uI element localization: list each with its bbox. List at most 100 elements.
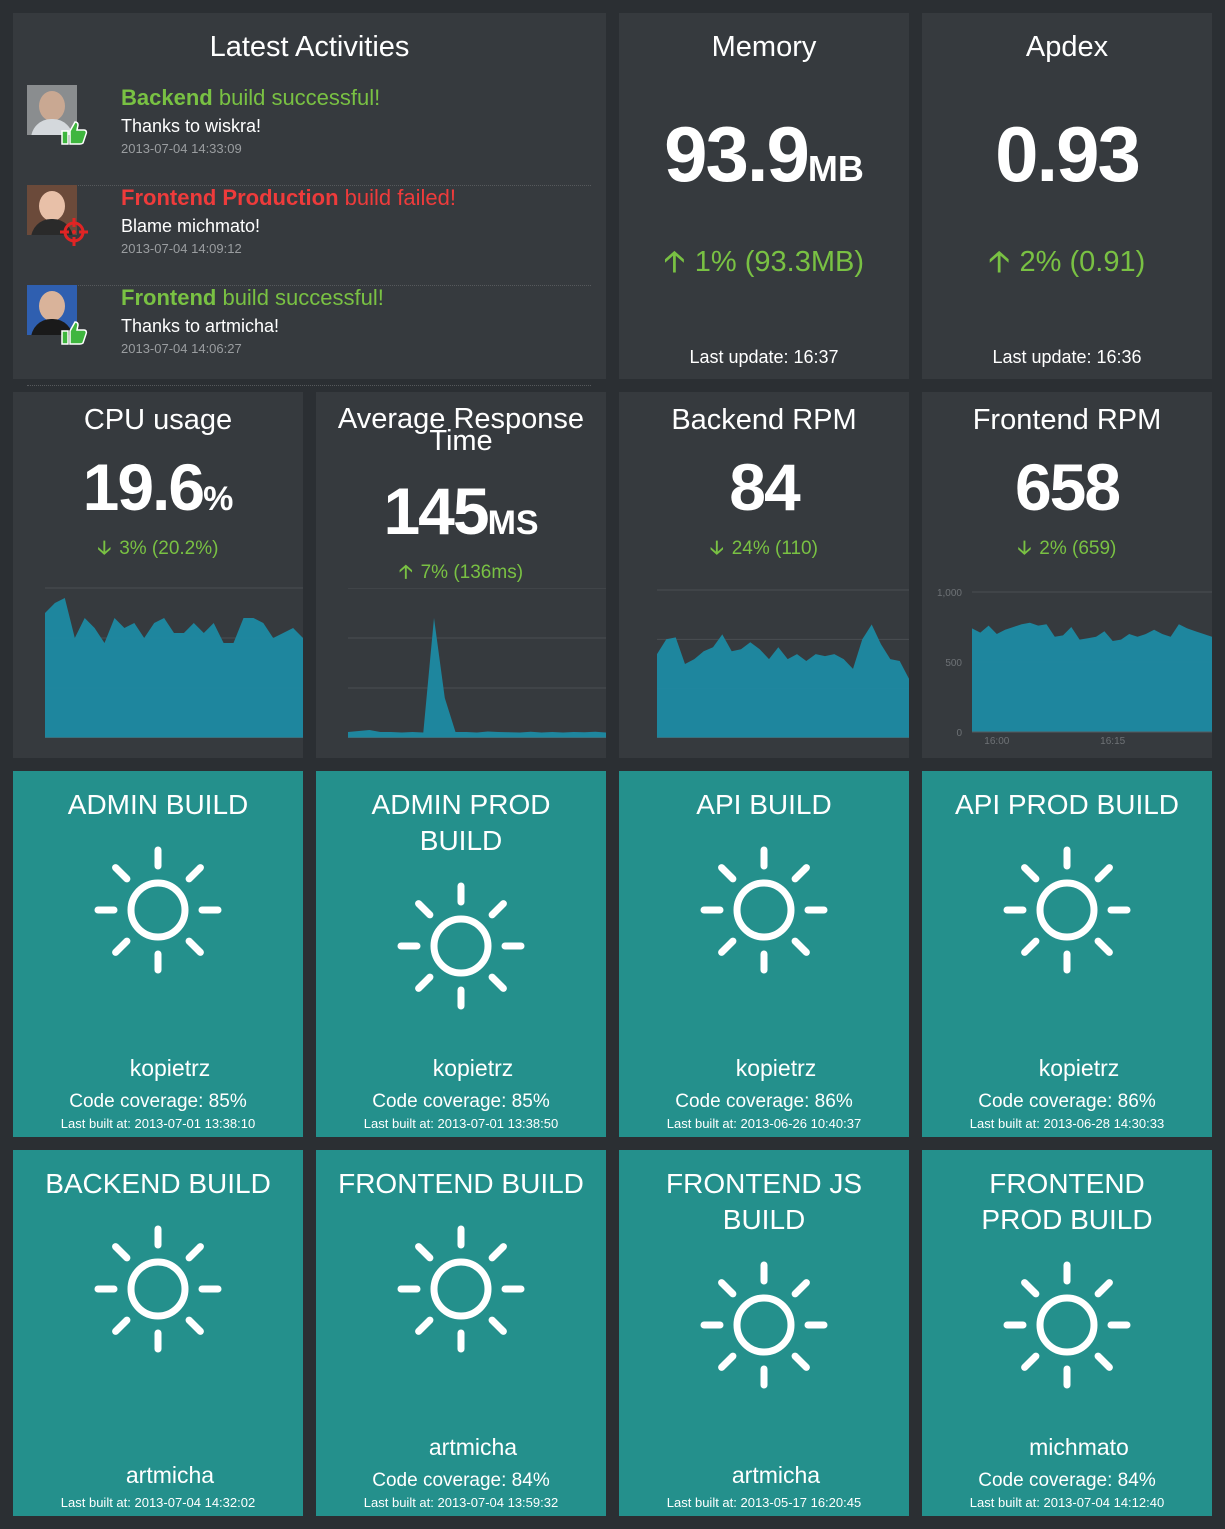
widget-title: Frontend RPM xyxy=(972,404,1162,436)
build-widget: API BUILD kopietrz Code coverage: 86% Last … xyxy=(619,771,909,1137)
build-widget: BACKEND BUILD artmicha Last built at: 2013… xyxy=(13,1150,303,1516)
activity-headline: Frontend build successful! xyxy=(121,285,384,311)
activity-status: build successful! xyxy=(222,285,384,310)
sun-icon xyxy=(94,1225,222,1353)
arrow-up-icon: 🡡 xyxy=(663,246,685,278)
build-user: kopietrz xyxy=(1038,1055,1120,1081)
widget-title: Average Response Time xyxy=(316,405,606,456)
latest-activities-widget: Latest Activities Backend build successf… xyxy=(13,13,606,386)
sun-icon xyxy=(700,846,828,974)
backend-rpm-widget: Backend RPM 84 🡣 24% (110) xyxy=(619,392,909,758)
build-user: kopietrz xyxy=(129,1055,211,1081)
thumbs-up-icon xyxy=(61,121,88,145)
response-change: 🡡 7% (136ms) xyxy=(316,558,606,590)
change-text: 24% (110) xyxy=(731,538,818,559)
cpu-widget: CPU usage 19.6% 🡣 3% (20.2%) xyxy=(13,392,303,758)
build-user: kopietrz xyxy=(735,1055,817,1081)
activity-item: Frontend Production build failed! Blame … xyxy=(27,185,591,286)
build-title: FRONTEND BUILD xyxy=(338,1168,584,1199)
frontend-rpm-chart-svg: 1,000 500 0 16:00 16:15 xyxy=(937,588,1212,747)
response-chart xyxy=(348,588,606,738)
last-update: Last update: 16:36 xyxy=(992,347,1142,367)
activity-time: 2013-07-04 14:06:27 xyxy=(121,341,242,356)
memory-widget: Memory 93.9MB 🡡 1% (93.3MB) Last update: … xyxy=(619,13,909,379)
build-user: artmicha xyxy=(731,1462,821,1488)
thumbs-up-icon xyxy=(61,321,88,345)
activity-headline: Backend build successful! xyxy=(121,85,380,111)
activity-message: Blame michmato! xyxy=(121,216,261,236)
value-number: 145 xyxy=(383,474,489,548)
build-title: FRONTEND JS BUILD xyxy=(666,1168,862,1235)
code-coverage: Code coverage: 85% xyxy=(69,1091,247,1112)
backend-rpm-chart xyxy=(657,588,909,738)
build-widget: FRONTEND JS BUILD artmicha Last built at: … xyxy=(619,1150,909,1516)
frontend-rpm-widget: Frontend RPM 658 🡣 2% (659) 1,000 500 0 16:0… xyxy=(922,392,1212,758)
last-update: Last update: 16:37 xyxy=(689,347,839,367)
activity-time: 2013-07-04 14:33:09 xyxy=(121,141,242,156)
build-widget: API PROD BUILD kopietrz Code coverage: 86%… xyxy=(922,771,1212,1137)
sun-icon xyxy=(397,882,525,1010)
last-built: Last built at: 2013-06-28 14:30:33 xyxy=(969,1116,1165,1131)
value-unit: MB xyxy=(807,148,864,189)
backend-rpm-change: 🡣 24% (110) xyxy=(619,534,909,566)
frontend-rpm-change: 🡣 2% (659) xyxy=(922,534,1212,566)
activity-message: Thanks to wiskra! xyxy=(121,116,262,136)
build-user: artmicha xyxy=(428,1434,518,1460)
code-coverage: Code coverage: 86% xyxy=(978,1091,1156,1112)
code-coverage: Code coverage: 85% xyxy=(372,1091,550,1112)
activity-headline: Frontend Production build failed! xyxy=(121,185,456,211)
build-title: API BUILD xyxy=(696,789,832,820)
y-tick-label: 1,000 xyxy=(937,588,962,599)
backend-rpm-chart-svg xyxy=(657,589,909,738)
cpu-chart xyxy=(45,586,303,738)
value-number: 93.9 xyxy=(664,110,810,198)
sun-icon xyxy=(1003,846,1131,974)
response-time-widget: Average Response Time 145MS 🡡 7% (136ms) xyxy=(316,392,606,758)
change-text: 7% (136ms) xyxy=(420,562,524,583)
frontend-rpm-value: 658 xyxy=(1014,450,1121,524)
memory-value: 93.9MB xyxy=(619,115,909,193)
build-widget: FRONTEND PROD BUILD michmato Code coverage… xyxy=(922,1150,1212,1516)
last-built: Last built at: 2013-07-01 13:38:10 xyxy=(60,1116,256,1131)
x-tick-label: 16:00 xyxy=(984,736,1009,747)
code-coverage: Code coverage: 84% xyxy=(372,1470,550,1491)
change-text: 2% (659) xyxy=(1039,538,1117,559)
y-tick-label: 0 xyxy=(956,728,962,739)
apdex-change: 🡡 2% (0.91) xyxy=(922,241,1212,290)
last-built: Last built at: 2013-07-01 13:38:50 xyxy=(363,1116,559,1131)
last-built: Last built at: 2013-07-04 14:32:02 xyxy=(60,1495,256,1510)
memory-change: 🡡 1% (93.3MB) xyxy=(619,241,909,290)
value-unit: MS xyxy=(487,504,539,542)
last-built: Last built at: 2013-06-26 10:40:37 xyxy=(666,1116,862,1131)
arrow-up-icon: 🡡 xyxy=(398,562,413,583)
arrow-down-icon: 🡣 xyxy=(710,538,724,559)
cpu-chart-svg xyxy=(45,587,303,738)
build-title: API PROD BUILD xyxy=(954,789,1180,820)
activity-status: build successful! xyxy=(218,85,381,110)
widget-title: Apdex xyxy=(1025,31,1109,63)
widget-title: Latest Activities xyxy=(209,31,410,63)
last-built: Last built at: 2013-05-17 16:20:45 xyxy=(666,1495,862,1510)
apdex-widget: Apdex 0.93 🡡 2% (0.91) Last update: 16:36 xyxy=(922,13,1212,379)
activity-project: Backend xyxy=(121,85,213,110)
build-user: michmato xyxy=(1029,1434,1129,1460)
build-title: ADMIN BUILD xyxy=(67,789,249,820)
code-coverage: Code coverage: 84% xyxy=(978,1470,1156,1491)
change-text: 3% (20.2%) xyxy=(119,538,219,559)
sun-icon xyxy=(94,846,222,974)
build-title: FRONTEND PROD BUILD xyxy=(981,1168,1153,1235)
chart-area-series xyxy=(348,618,606,738)
activity-status: build failed! xyxy=(344,185,456,210)
build-widget: FRONTEND BUILD artmicha Code coverage: 84%… xyxy=(316,1150,606,1516)
y-tick-label: 500 xyxy=(945,658,962,669)
last-built: Last built at: 2013-07-04 13:59:32 xyxy=(363,1495,559,1510)
response-value: 145MS xyxy=(316,478,606,544)
backend-rpm-value: 84 xyxy=(729,450,800,524)
build-user: kopietrz xyxy=(432,1055,514,1081)
activity-message: Thanks to artmicha! xyxy=(121,316,280,336)
response-chart-svg xyxy=(348,588,606,738)
value-unit: % xyxy=(203,480,234,518)
arrow-down-icon: 🡣 xyxy=(1017,538,1032,559)
cpu-change: 🡣 3% (20.2%) xyxy=(13,534,303,566)
code-coverage: Code coverage: 86% xyxy=(675,1091,853,1112)
